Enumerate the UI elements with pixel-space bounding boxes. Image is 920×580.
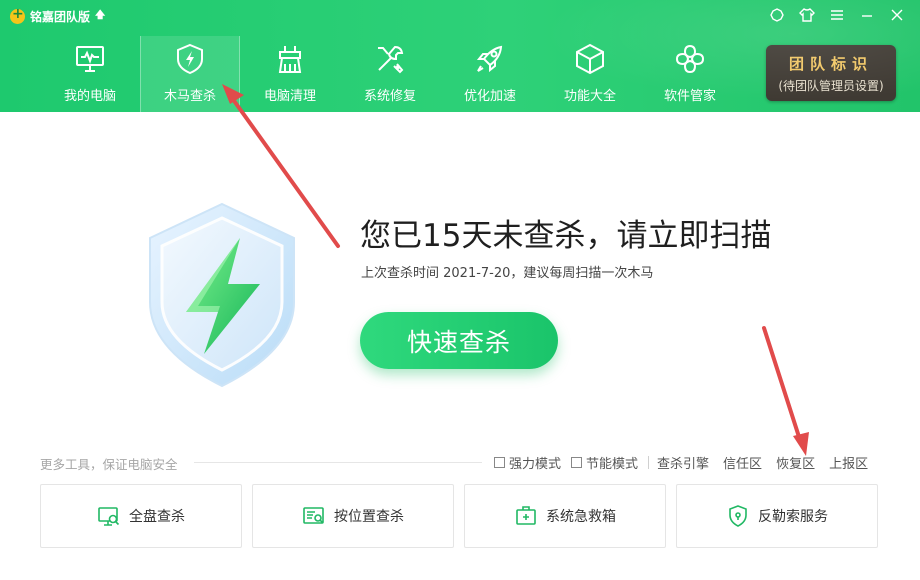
team-badge-subtitle: (待团队管理员设置) — [778, 78, 884, 93]
nav-item-software-manager[interactable]: 软件管家 — [640, 36, 740, 112]
close-icon[interactable] — [888, 6, 906, 24]
rocket-icon — [473, 42, 507, 76]
wrench-icon — [373, 42, 407, 76]
shield-bolt-illustration — [142, 200, 302, 390]
app-logo-icon — [10, 6, 25, 24]
shield-bolt-icon — [173, 42, 207, 76]
broom-icon — [273, 42, 307, 76]
cube-icon — [573, 42, 607, 76]
checkbox-box[interactable] — [571, 457, 583, 468]
last-scan-info: 上次查杀时间 2021-7-20，建议每周扫描一次木马 — [361, 266, 654, 281]
shield-lock-icon — [726, 504, 750, 528]
menu-icon[interactable] — [828, 6, 846, 24]
nav-item-trojan-scan[interactable]: 木马查杀 — [140, 36, 240, 112]
power-save-mode-checkbox[interactable]: 节能模式 — [571, 453, 638, 472]
checkbox-label: 强力模式 — [509, 457, 562, 472]
nav-item-label: 优化加速 — [463, 89, 516, 104]
nav-item-pc-cleanup[interactable]: 电脑清理 — [240, 36, 340, 112]
report-zone-link[interactable]: 上报区 — [829, 453, 868, 472]
nav-item-features[interactable]: 功能大全 — [540, 36, 640, 112]
main-nav: 我的电脑 木马查杀 电脑清理 系统修复 优化加速 功能大全 软件管家 — [40, 36, 740, 112]
tool-card-label: 全盘查杀 — [129, 509, 185, 525]
more-tools-label: 更多工具，保证电脑安全 — [40, 457, 178, 472]
app-brand: 铭嘉团队版 🡅 — [10, 6, 105, 25]
tool-card-label: 系统急救箱 — [546, 509, 616, 525]
team-badge-title: 团队标识 — [788, 54, 873, 73]
strong-mode-checkbox[interactable]: 强力模式 — [494, 453, 561, 472]
scan-engine-link[interactable]: 查杀引擎 — [657, 453, 709, 472]
tool-card-label: 按位置查杀 — [334, 509, 404, 525]
first-aid-icon — [514, 504, 538, 528]
shirt-icon[interactable] — [798, 6, 816, 24]
nav-item-optimize[interactable]: 优化加速 — [440, 36, 540, 112]
location-scan-button[interactable]: 按位置查杀 — [252, 484, 454, 548]
scan-headline: 您已15天未查杀，请立即扫描 — [360, 218, 772, 254]
skin-icon[interactable] — [768, 6, 786, 24]
minimize-icon[interactable] — [858, 6, 876, 24]
monitor-icon — [73, 42, 107, 76]
tool-cards: 全盘查杀 按位置查杀 系统急救箱 反勒索服务 — [40, 484, 878, 548]
tools-divider — [194, 462, 482, 463]
system-first-aid-button[interactable]: 系统急救箱 — [464, 484, 666, 548]
arrow-up-icon[interactable]: 🡅 — [95, 8, 105, 25]
header-bar: 铭嘉团队版 🡅 我的电脑 木马查杀 — [0, 0, 920, 112]
full-disk-scan-button[interactable]: 全盘查杀 — [40, 484, 242, 548]
nav-item-label: 系统修复 — [363, 89, 416, 104]
trust-zone-link[interactable]: 信任区 — [723, 453, 762, 472]
tools-options: 强力模式 节能模式 查杀引擎 信任区 恢复区 上报区 — [494, 453, 882, 472]
checkbox-box[interactable] — [494, 457, 505, 468]
nav-item-label: 电脑清理 — [263, 89, 316, 104]
app-title: 铭嘉团队版 — [30, 10, 91, 24]
nav-item-label: 功能大全 — [563, 89, 616, 104]
disk-scan-icon — [97, 504, 121, 528]
location-scan-icon — [302, 504, 326, 528]
nav-item-label: 软件管家 — [663, 89, 716, 104]
recovery-zone-link[interactable]: 恢复区 — [776, 453, 815, 472]
nav-item-label: 木马查杀 — [163, 89, 216, 104]
quick-scan-button[interactable]: 快速查杀 — [360, 312, 558, 369]
divider — [648, 456, 650, 469]
team-badge[interactable]: 团队标识 (待团队管理员设置) — [766, 45, 896, 101]
window-controls — [768, 6, 906, 24]
anti-ransomware-button[interactable]: 反勒索服务 — [676, 484, 878, 548]
checkbox-label: 节能模式 — [586, 457, 639, 472]
nav-item-label: 我的电脑 — [63, 89, 116, 104]
tool-card-label: 反勒索服务 — [758, 509, 828, 525]
nav-item-system-repair[interactable]: 系统修复 — [340, 36, 440, 112]
apps-icon — [673, 42, 707, 76]
nav-item-my-computer[interactable]: 我的电脑 — [40, 36, 140, 112]
